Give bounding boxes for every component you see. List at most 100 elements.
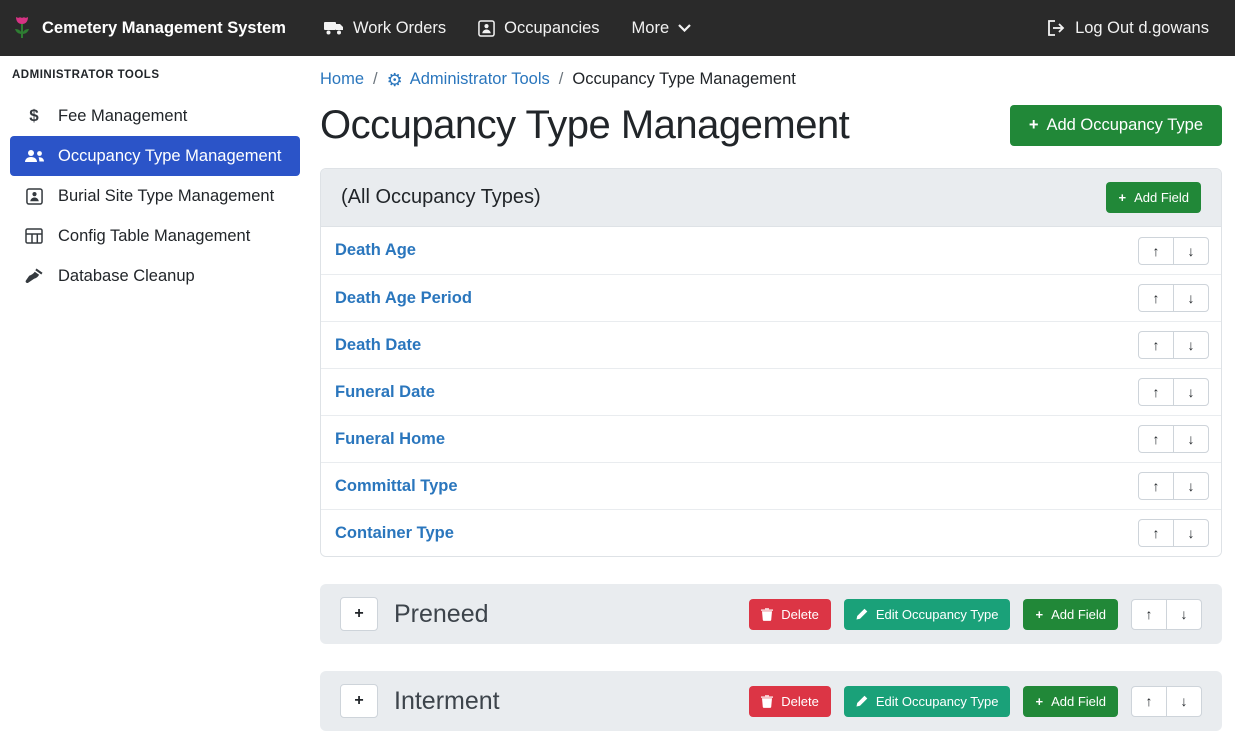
reorder-controls: ↑ ↓ <box>1138 472 1209 500</box>
reorder-controls: ↑ ↓ <box>1138 425 1209 453</box>
breadcrumb-current: Occupancy Type Management <box>572 70 796 89</box>
top-navbar: Cemetery Management System Work Orders <box>0 0 1235 56</box>
move-up-button[interactable]: ↑ <box>1138 519 1174 547</box>
plus-icon: + <box>1118 190 1126 205</box>
nav-more[interactable]: More <box>616 0 708 56</box>
move-down-button[interactable]: ↓ <box>1173 425 1209 453</box>
reorder-controls: ↑ ↓ <box>1138 378 1209 406</box>
add-field-button[interactable]: + Add Field <box>1023 599 1118 630</box>
occupancy-type-section-interment: + Interment Delete <box>320 671 1222 731</box>
person-in-frame-icon <box>478 20 495 37</box>
section-title: Interment <box>394 687 500 716</box>
users-icon <box>23 148 45 164</box>
table-icon <box>23 228 45 244</box>
move-up-button[interactable]: ↑ <box>1131 686 1167 717</box>
move-down-button[interactable]: ↓ <box>1166 686 1202 717</box>
nav-occupancies[interactable]: Occupancies <box>462 0 615 56</box>
add-field-button[interactable]: + Add Field <box>1023 686 1118 717</box>
sidebar-item-label: Fee Management <box>58 107 187 126</box>
add-occupancy-type-button[interactable]: + Add Occupancy Type <box>1010 105 1222 146</box>
reorder-controls: ↑ ↓ <box>1131 686 1202 717</box>
person-in-frame-icon <box>23 188 45 205</box>
field-row: Container Type ↑ ↓ <box>321 509 1221 556</box>
all-occupancy-types-card: (All Occupancy Types) + Add Field Death … <box>320 168 1222 557</box>
delete-button[interactable]: Delete <box>749 686 831 717</box>
move-down-button[interactable]: ↓ <box>1173 519 1209 547</box>
delete-label: Delete <box>781 694 819 709</box>
admin-tools-sidebar: ADMINISTRATOR TOOLS $ Fee Management Occ… <box>0 56 310 738</box>
field-link[interactable]: Container Type <box>335 524 454 543</box>
field-list: Death Age ↑ ↓ Death Age Period ↑ ↓ Death… <box>321 227 1221 556</box>
expand-button[interactable]: + <box>340 597 378 631</box>
field-link[interactable]: Funeral Home <box>335 430 445 449</box>
move-down-button[interactable]: ↓ <box>1166 599 1202 630</box>
move-down-button[interactable]: ↓ <box>1173 237 1209 265</box>
breadcrumb-separator: / <box>373 70 378 89</box>
reorder-controls: ↑ ↓ <box>1131 599 1202 630</box>
pencil-icon <box>856 608 868 620</box>
nav-work-orders-label: Work Orders <box>353 19 446 38</box>
breadcrumb-admin-tools-label: Administrator Tools <box>410 70 550 89</box>
sidebar-item-label: Occupancy Type Management <box>58 147 282 166</box>
nav-work-orders[interactable]: Work Orders <box>308 0 462 56</box>
move-up-button[interactable]: ↑ <box>1138 378 1174 406</box>
logout-button[interactable]: Log Out d.gowans <box>1046 0 1209 56</box>
move-up-button[interactable]: ↑ <box>1138 472 1174 500</box>
field-link[interactable]: Death Age Period <box>335 289 472 308</box>
add-field-label: Add Field <box>1051 694 1106 709</box>
page-title: Occupancy Type Management <box>320 103 849 148</box>
move-up-button[interactable]: ↑ <box>1138 425 1174 453</box>
app-brand[interactable]: Cemetery Management System <box>12 15 286 41</box>
field-link[interactable]: Committal Type <box>335 477 458 496</box>
field-link[interactable]: Death Date <box>335 336 421 355</box>
section-actions: Delete Edit Occupancy Type + Add Field ↑ <box>749 686 1202 717</box>
field-row: Death Age ↑ ↓ <box>321 227 1221 274</box>
plus-icon: + <box>1035 694 1043 709</box>
move-up-button[interactable]: ↑ <box>1138 237 1174 265</box>
move-down-button[interactable]: ↓ <box>1173 472 1209 500</box>
logout-label: Log Out d.gowans <box>1075 19 1209 38</box>
edit-occupancy-type-label: Edit Occupancy Type <box>876 607 999 622</box>
occupancy-type-section-preneed: + Preneed Delete <box>320 584 1222 644</box>
reorder-controls: ↑ ↓ <box>1138 237 1209 265</box>
pencil-icon <box>856 695 868 707</box>
sidebar-item-database-cleanup[interactable]: Database Cleanup <box>10 256 300 296</box>
main-content: Home / ⚙ Administrator Tools / Occupancy… <box>310 56 1235 738</box>
sidebar-item-occupancy-type-management[interactable]: Occupancy Type Management <box>10 136 300 176</box>
sidebar-item-label: Burial Site Type Management <box>58 187 274 206</box>
sidebar-item-label: Config Table Management <box>58 227 250 246</box>
field-link[interactable]: Death Age <box>335 241 416 260</box>
reorder-controls: ↑ ↓ <box>1138 331 1209 359</box>
move-down-button[interactable]: ↓ <box>1173 331 1209 359</box>
move-down-button[interactable]: ↓ <box>1173 378 1209 406</box>
add-field-button[interactable]: + Add Field <box>1106 182 1201 213</box>
tulip-logo-icon <box>12 15 32 41</box>
move-up-button[interactable]: ↑ <box>1138 284 1174 312</box>
trash-icon <box>761 695 773 708</box>
add-field-label: Add Field <box>1134 190 1189 205</box>
sidebar-item-config-table-management[interactable]: Config Table Management <box>10 216 300 256</box>
chevron-down-icon <box>678 24 691 32</box>
sidebar-item-fee-management[interactable]: $ Fee Management <box>10 96 300 136</box>
edit-occupancy-type-button[interactable]: Edit Occupancy Type <box>844 599 1011 630</box>
sidebar-item-burial-site-type-management[interactable]: Burial Site Type Management <box>10 176 300 216</box>
breadcrumb-home-link[interactable]: Home <box>320 70 364 89</box>
reorder-controls: ↑ ↓ <box>1138 519 1209 547</box>
app-title: Cemetery Management System <box>42 19 286 38</box>
delete-label: Delete <box>781 607 819 622</box>
expand-button[interactable]: + <box>340 684 378 718</box>
breadcrumb-admin-tools-link[interactable]: ⚙ Administrator Tools <box>387 70 550 89</box>
edit-occupancy-type-button[interactable]: Edit Occupancy Type <box>844 686 1011 717</box>
field-row: Death Date ↑ ↓ <box>321 321 1221 368</box>
move-up-button[interactable]: ↑ <box>1131 599 1167 630</box>
sidebar-heading: ADMINISTRATOR TOOLS <box>0 69 310 81</box>
sidebar-item-label: Database Cleanup <box>58 267 195 286</box>
field-link[interactable]: Funeral Date <box>335 383 435 402</box>
delete-button[interactable]: Delete <box>749 599 831 630</box>
move-up-button[interactable]: ↑ <box>1138 331 1174 359</box>
trash-icon <box>761 608 773 621</box>
card-title: (All Occupancy Types) <box>341 186 541 209</box>
edit-occupancy-type-label: Edit Occupancy Type <box>876 694 999 709</box>
section-title: Preneed <box>394 600 489 629</box>
move-down-button[interactable]: ↓ <box>1173 284 1209 312</box>
